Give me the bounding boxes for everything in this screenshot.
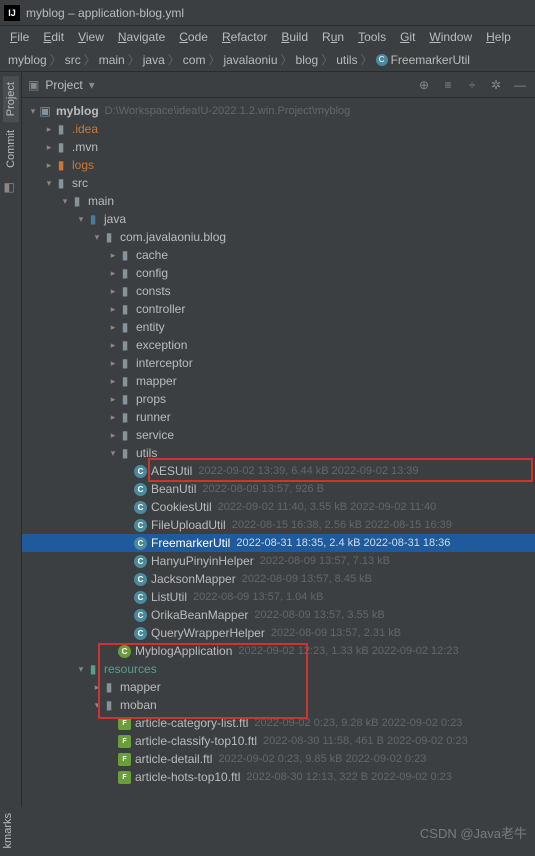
rail-commit[interactable]: Commit: [3, 124, 19, 174]
menu-navigate[interactable]: Navigate: [112, 28, 171, 46]
crumb-utils[interactable]: utils: [336, 53, 357, 67]
expand-all-icon[interactable]: ≡: [439, 76, 457, 94]
tree-mapper[interactable]: ▸▮mapper: [22, 372, 535, 390]
menu-edit[interactable]: Edit: [37, 28, 70, 46]
tree-root[interactable]: ▾▣myblogD:\Workspace\ideaIU-2022.1.2.win…: [22, 102, 535, 120]
tree-orika[interactable]: COrikaBeanMapper2022-08-09 13:57, 3.55 k…: [22, 606, 535, 624]
tree-ftl2[interactable]: Farticle-classify-top10.ftl2022-08-30 11…: [22, 732, 535, 750]
menu-run[interactable]: Run: [316, 28, 350, 46]
panel-title[interactable]: Project: [45, 78, 82, 92]
tree-runner[interactable]: ▸▮runner: [22, 408, 535, 426]
panel-header: ▣ Project ▾ ⊕ ≡ ÷ ✲ —: [22, 72, 535, 98]
breadcrumb: myblog〉 src〉 main〉 java〉 com〉 javalaoniu…: [0, 48, 535, 72]
panel-folder-icon: ▣: [28, 78, 39, 92]
tree-moban[interactable]: ▾▮moban: [22, 696, 535, 714]
tree-utils[interactable]: ▾▮utils: [22, 444, 535, 462]
tree-idea[interactable]: ▸▮.idea: [22, 120, 535, 138]
menu-bar: File Edit View Navigate Code Refactor Bu…: [0, 26, 535, 48]
tree-fileuploadutil[interactable]: CFileUploadUtil2022-08-15 16:38, 2.56 kB…: [22, 516, 535, 534]
menu-help[interactable]: Help: [480, 28, 517, 46]
tree-beanutil[interactable]: CBeanUtil2022-08-09 13:57, 926 B: [22, 480, 535, 498]
class-icon: C: [134, 609, 147, 622]
hide-icon[interactable]: —: [511, 76, 529, 94]
menu-build[interactable]: Build: [275, 28, 314, 46]
crumb-src[interactable]: src: [65, 53, 81, 67]
tree-logs[interactable]: ▸▮logs: [22, 156, 535, 174]
tree-querywrapper[interactable]: CQueryWrapperHelper2022-08-09 13:57, 2.3…: [22, 624, 535, 642]
class-icon: C: [134, 501, 147, 514]
watermark: CSDN @Java老牛: [420, 823, 527, 842]
tree-resources[interactable]: ▾▮resources: [22, 660, 535, 678]
tree-controller[interactable]: ▸▮controller: [22, 300, 535, 318]
crumb-javalaoniu[interactable]: javalaoniu: [223, 53, 277, 67]
tree-mapper2[interactable]: ▸▮mapper: [22, 678, 535, 696]
tree-java[interactable]: ▾▮java: [22, 210, 535, 228]
tree-hanyupinyin[interactable]: CHanyuPinyinHelper2022-08-09 13:57, 7.13…: [22, 552, 535, 570]
tree-mvn[interactable]: ▸▮.mvn: [22, 138, 535, 156]
menu-refactor[interactable]: Refactor: [216, 28, 273, 46]
tree-myblogapp[interactable]: CMyblogApplication2022-09-02 12:23, 1.33…: [22, 642, 535, 660]
ftl-icon: F: [118, 771, 131, 784]
window-title: myblog – application-blog.yml: [26, 6, 184, 20]
class-icon: C: [134, 519, 147, 532]
tree-aesutil[interactable]: CAESUtil2022-09-02 13:39, 6.44 kB 2022-0…: [22, 462, 535, 480]
class-icon: C: [134, 627, 147, 640]
menu-code[interactable]: Code: [173, 28, 214, 46]
tree-src[interactable]: ▾▮src: [22, 174, 535, 192]
tree-jacksonmapper[interactable]: CJacksonMapper2022-08-09 13:57, 8.45 kB: [22, 570, 535, 588]
rail-bookmarks[interactable]: kmarks: [0, 807, 16, 854]
tree-entity[interactable]: ▸▮entity: [22, 318, 535, 336]
tree-cookiesutil[interactable]: CCookiesUtil2022-09-02 11:40, 3.55 kB 20…: [22, 498, 535, 516]
menu-view[interactable]: View: [72, 28, 110, 46]
menu-git[interactable]: Git: [394, 28, 421, 46]
class-icon: C: [118, 645, 131, 658]
class-icon: C: [134, 591, 147, 604]
ftl-icon: F: [118, 717, 131, 730]
bottom-rail: kmarks: [0, 807, 22, 856]
left-tool-rail: Project Commit ◧: [0, 72, 22, 856]
ftl-icon: F: [118, 735, 131, 748]
app-icon: IJ: [4, 5, 20, 21]
class-icon: C: [134, 555, 147, 568]
tree-exception[interactable]: ▸▮exception: [22, 336, 535, 354]
tree-ftl3[interactable]: Farticle-detail.ftl2022-09-02 0:23, 9.85…: [22, 750, 535, 768]
tree-listutil[interactable]: CListUtil2022-08-09 13:57, 1.04 kB: [22, 588, 535, 606]
rail-project[interactable]: Project: [3, 76, 19, 122]
tree-ftl1[interactable]: Farticle-category-list.ftl2022-09-02 0:2…: [22, 714, 535, 732]
crumb-myblog[interactable]: myblog: [8, 53, 47, 67]
rail-structure-icon[interactable]: ◧: [4, 180, 18, 194]
crumb-com[interactable]: com: [183, 53, 206, 67]
class-icon: C: [134, 573, 147, 586]
class-icon: C: [134, 465, 147, 478]
tree-ftl4[interactable]: Farticle-hots-top10.ftl2022-08-30 12:13,…: [22, 768, 535, 786]
menu-window[interactable]: Window: [423, 28, 478, 46]
select-opened-file-icon[interactable]: ⊕: [415, 76, 433, 94]
class-icon: C: [134, 483, 147, 496]
crumb-blog[interactable]: blog: [296, 53, 319, 67]
project-tree[interactable]: ▾▣myblogD:\Workspace\ideaIU-2022.1.2.win…: [22, 98, 535, 856]
class-icon: C: [134, 537, 147, 550]
tree-cache[interactable]: ▸▮cache: [22, 246, 535, 264]
tree-service[interactable]: ▸▮service: [22, 426, 535, 444]
crumb-java[interactable]: java: [143, 53, 165, 67]
tree-interceptor[interactable]: ▸▮interceptor: [22, 354, 535, 372]
crumb-main[interactable]: main: [99, 53, 125, 67]
title-bar: IJ myblog – application-blog.yml: [0, 0, 535, 26]
tree-config[interactable]: ▸▮config: [22, 264, 535, 282]
menu-file[interactable]: File: [4, 28, 35, 46]
collapse-all-icon[interactable]: ÷: [463, 76, 481, 94]
tree-pkg[interactable]: ▾▮com.javalaoniu.blog: [22, 228, 535, 246]
project-panel: ▣ Project ▾ ⊕ ≡ ÷ ✲ — ▾▣myblogD:\Workspa…: [22, 72, 535, 856]
crumb-freemarkerutil[interactable]: CFreemarkerUtil: [376, 53, 470, 67]
ftl-icon: F: [118, 753, 131, 766]
tree-props[interactable]: ▸▮props: [22, 390, 535, 408]
tree-freemarkerutil[interactable]: CFreemarkerUtil2022-08-31 18:35, 2.4 kB …: [22, 534, 535, 552]
settings-icon[interactable]: ✲: [487, 76, 505, 94]
menu-tools[interactable]: Tools: [352, 28, 392, 46]
tree-main[interactable]: ▾▮main: [22, 192, 535, 210]
tree-consts[interactable]: ▸▮consts: [22, 282, 535, 300]
